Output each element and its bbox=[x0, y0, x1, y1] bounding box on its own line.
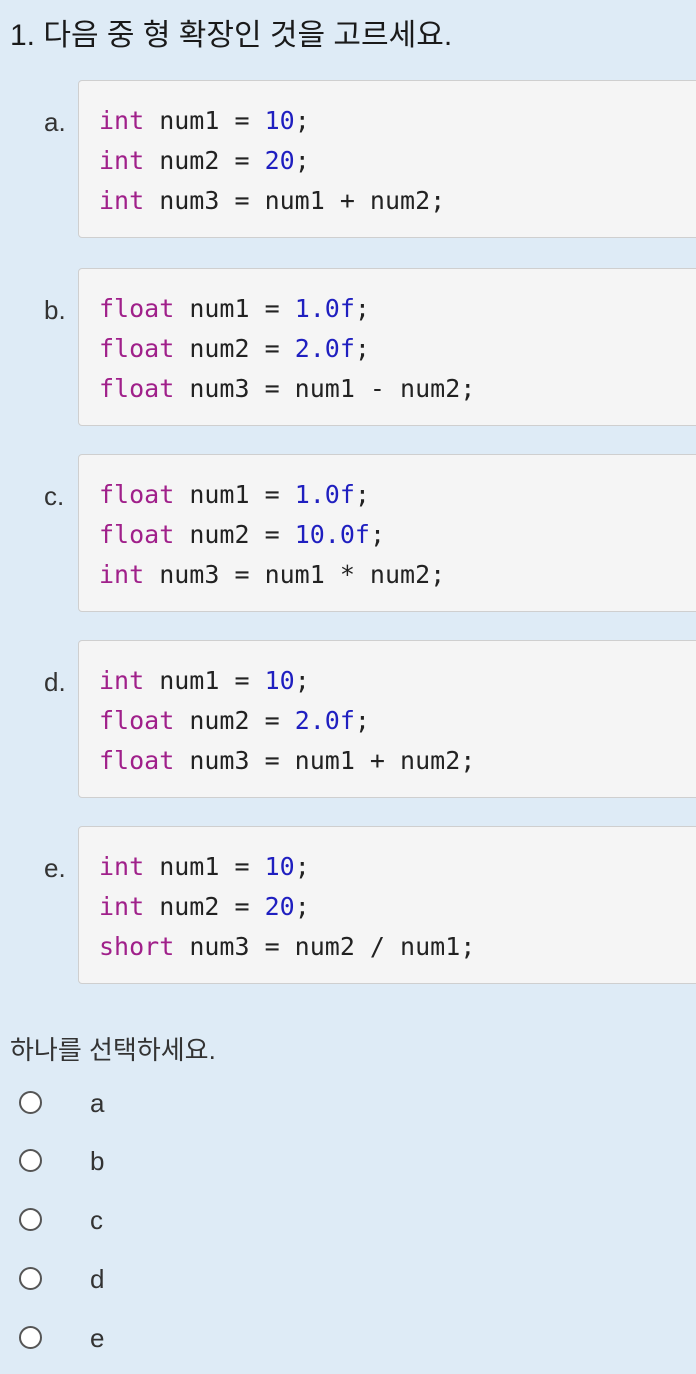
code-number: 10 bbox=[264, 106, 295, 135]
code-text: ; bbox=[354, 706, 370, 735]
code-line: float num1 = 1.0f; bbox=[99, 289, 370, 329]
code-text: num2 = bbox=[144, 892, 265, 921]
code-text: ; bbox=[294, 146, 310, 175]
code-number: 2.0f bbox=[294, 706, 355, 735]
code-keyword: short bbox=[99, 932, 175, 961]
radio-button[interactable] bbox=[19, 1149, 42, 1172]
choice-label[interactable]: b bbox=[90, 1142, 104, 1180]
code-text: num3 = num1 - num2; bbox=[174, 374, 476, 403]
option-letter: b. bbox=[44, 295, 66, 325]
choice-b[interactable]: b bbox=[0, 1142, 696, 1182]
code-keyword: int bbox=[99, 666, 145, 695]
code-line: float num2 = 2.0f; bbox=[99, 701, 370, 741]
code-text: num1 = bbox=[174, 294, 295, 323]
code-line: int num2 = 20; bbox=[99, 141, 310, 181]
option-letter: c. bbox=[44, 481, 65, 511]
code-number: 1.0f bbox=[294, 480, 355, 509]
code-number: 2.0f bbox=[294, 334, 355, 363]
code-number: 10.0f bbox=[294, 520, 370, 549]
code-block: float num1 = 1.0f; float num2 = 2.0f; fl… bbox=[78, 268, 696, 426]
radio-button[interactable] bbox=[19, 1091, 42, 1114]
option-letter: d. bbox=[44, 667, 66, 697]
code-number: 10 bbox=[264, 666, 295, 695]
code-keyword: float bbox=[99, 706, 175, 735]
choice-d[interactable]: d bbox=[0, 1260, 696, 1300]
code-keyword: float bbox=[99, 294, 175, 323]
choice-label[interactable]: d bbox=[90, 1260, 104, 1298]
radio-button[interactable] bbox=[19, 1326, 42, 1349]
code-number: 20 bbox=[264, 146, 295, 175]
code-text: num3 = num2 / num1; bbox=[174, 932, 476, 961]
code-line: float num1 = 1.0f; bbox=[99, 475, 370, 515]
choice-label[interactable]: c bbox=[90, 1201, 103, 1239]
code-block: float num1 = 1.0f; float num2 = 10.0f; i… bbox=[78, 454, 696, 612]
code-text: ; bbox=[294, 106, 310, 135]
code-keyword: int bbox=[99, 560, 145, 589]
code-keyword: float bbox=[99, 374, 175, 403]
code-text: num3 = num1 + num2; bbox=[174, 746, 476, 775]
code-keyword: int bbox=[99, 852, 145, 881]
code-text: num1 = bbox=[144, 666, 265, 695]
code-number: 1.0f bbox=[294, 294, 355, 323]
code-line: float num3 = num1 + num2; bbox=[99, 741, 475, 781]
option-letter: e. bbox=[44, 853, 66, 883]
code-text: num2 = bbox=[144, 146, 265, 175]
code-text: ; bbox=[369, 520, 386, 549]
code-text: num1 = bbox=[144, 106, 265, 135]
code-line: int num2 = 20; bbox=[99, 887, 310, 927]
choice-label[interactable]: a bbox=[90, 1084, 104, 1122]
code-keyword: float bbox=[99, 480, 175, 509]
code-line: float num2 = 10.0f; bbox=[99, 515, 385, 555]
code-line: float num2 = 2.0f; bbox=[99, 329, 370, 369]
code-keyword: int bbox=[99, 106, 145, 135]
choice-c[interactable]: c bbox=[0, 1201, 696, 1241]
code-text: ; bbox=[354, 294, 370, 323]
code-block: int num1 = 10; int num2 = 20; int num3 =… bbox=[78, 80, 696, 238]
code-number: 20 bbox=[264, 892, 295, 921]
choice-e[interactable]: e bbox=[0, 1319, 696, 1359]
radio-button[interactable] bbox=[19, 1208, 42, 1231]
code-line: int num1 = 10; bbox=[99, 847, 310, 887]
code-line: int num3 = num1 * num2; bbox=[99, 555, 445, 595]
code-keyword: int bbox=[99, 892, 145, 921]
code-block: int num1 = 10; float num2 = 2.0f; float … bbox=[78, 640, 696, 798]
code-line: short num3 = num2 / num1; bbox=[99, 927, 475, 967]
choice-a[interactable]: a bbox=[0, 1084, 696, 1124]
code-keyword: float bbox=[99, 746, 175, 775]
question-title: 1. 다음 중 형 확장인 것을 고르세요. bbox=[10, 19, 453, 52]
code-number: 10 bbox=[264, 852, 295, 881]
code-text: num2 = bbox=[174, 334, 295, 363]
code-text: num1 = bbox=[144, 852, 265, 881]
code-text: num3 = num1 * num2; bbox=[144, 560, 446, 589]
code-line: int num3 = num1 + num2; bbox=[99, 181, 445, 221]
code-block: int num1 = 10; int num2 = 20; short num3… bbox=[78, 826, 696, 984]
code-text: ; bbox=[354, 480, 370, 509]
code-text: num2 = bbox=[174, 706, 295, 735]
code-text: ; bbox=[294, 666, 310, 695]
code-keyword: float bbox=[99, 334, 175, 363]
code-text: num2 = bbox=[174, 520, 295, 549]
code-keyword: float bbox=[99, 520, 175, 549]
code-text: num3 = num1 + num2; bbox=[144, 186, 446, 215]
code-keyword: int bbox=[99, 146, 145, 175]
code-text: ; bbox=[294, 852, 310, 881]
code-line: float num3 = num1 - num2; bbox=[99, 369, 475, 409]
code-text: ; bbox=[354, 334, 370, 363]
option-letter: a. bbox=[44, 107, 66, 137]
code-keyword: int bbox=[99, 186, 145, 215]
radio-button[interactable] bbox=[19, 1267, 42, 1290]
code-line: int num1 = 10; bbox=[99, 101, 310, 141]
code-text: ; bbox=[294, 892, 310, 921]
code-text: num1 = bbox=[174, 480, 295, 509]
code-line: int num1 = 10; bbox=[99, 661, 310, 701]
choice-label[interactable]: e bbox=[90, 1319, 104, 1357]
answer-prompt: 하나를 선택하세요. bbox=[10, 1035, 216, 1065]
